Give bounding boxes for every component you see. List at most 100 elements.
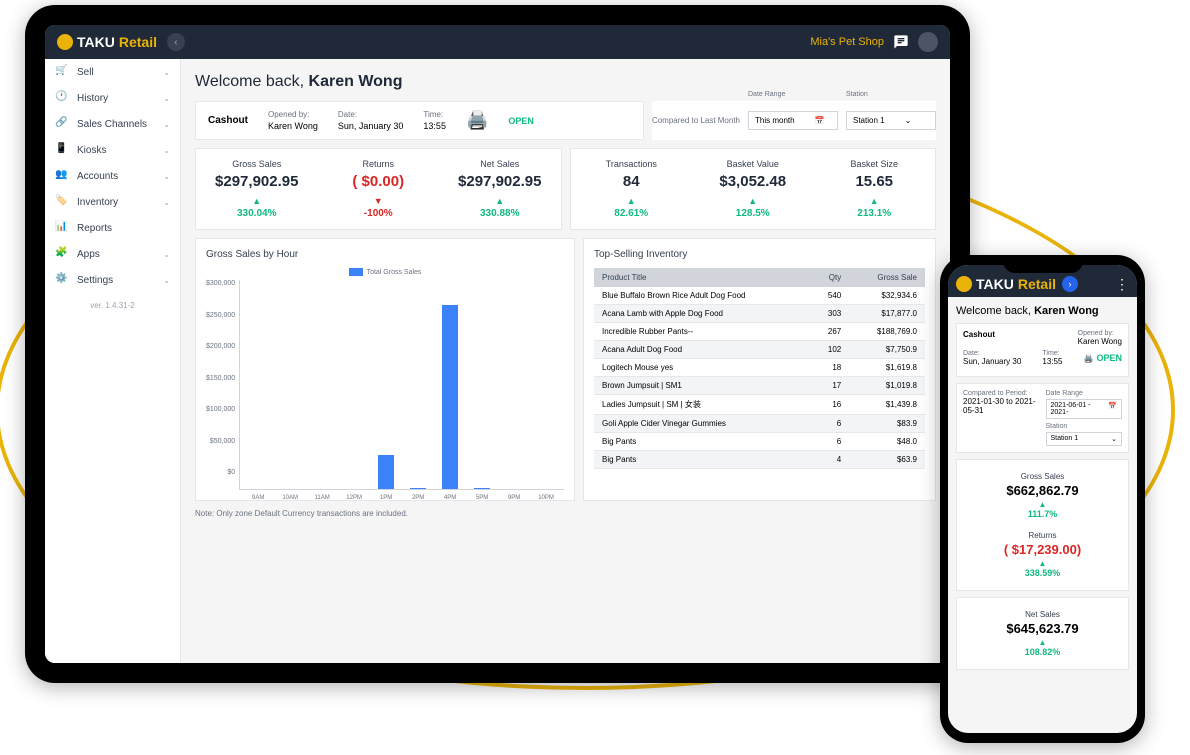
sidebar-item-label: Settings	[77, 275, 163, 286]
table-panel: Top-Selling Inventory Product TitleQtyGr…	[583, 238, 936, 501]
opened-by-value: Karen Wong	[268, 121, 318, 131]
brand-logo[interactable]: TAKURetail	[57, 34, 157, 50]
brand-text-2: Retail	[1018, 276, 1056, 292]
sidebar-item-sales-channels[interactable]: 🔗Sales Channels⌄	[45, 111, 180, 137]
phone-filter-card: Compared to Period: 2021-01-30 to 2021-0…	[956, 383, 1129, 453]
column-header[interactable]: Gross Sale	[849, 268, 925, 287]
y-axis: $300,000$250,000$200,000$150,000$100,000…	[206, 280, 239, 476]
phone-date-range-select[interactable]: 2021-06-01 - 2021-📅	[1046, 399, 1123, 419]
avatar[interactable]	[918, 32, 938, 52]
calendar-icon: 📅	[1108, 402, 1117, 416]
inventory-table: Product TitleQtyGross Sale Blue Buffalo …	[594, 268, 925, 469]
bar-5PM: 5PM	[468, 488, 496, 489]
table-row[interactable]: Ladies Jumpsuit | SM | 女装16$1,439.8	[594, 395, 925, 415]
table-row[interactable]: Big Pants6$48.0	[594, 433, 925, 451]
phone-stat: Net Sales$645,623.79▲108.82%	[963, 604, 1122, 663]
filter-card: Compared to Last Month Date Range This m…	[652, 101, 936, 140]
time-value: 13:55	[423, 121, 446, 131]
sidebar-item-reports[interactable]: 📊Reports	[45, 215, 180, 241]
chevron-down-icon: ⌄	[163, 68, 170, 77]
phone-cashout-title: Cashout	[963, 330, 995, 346]
sidebar: 🛒Sell⌄🕐History⌄🔗Sales Channels⌄📱Kiosks⌄ 👥…	[45, 59, 181, 663]
phone-notch	[1003, 255, 1083, 273]
cashout-title: Cashout	[208, 115, 248, 126]
time-label: Time:	[423, 110, 446, 119]
phone-station-select[interactable]: Station 1⌄	[1046, 432, 1123, 446]
sidebar-item-label: Apps	[77, 249, 163, 260]
forward-button[interactable]: ›	[1062, 276, 1078, 292]
station-select[interactable]: Station 1⌄	[846, 111, 936, 130]
sidebar-item-history[interactable]: 🕐History⌄	[45, 85, 180, 111]
menu-icon[interactable]: ⋮	[1115, 276, 1129, 293]
sidebar-item-inventory[interactable]: 🏷️ Inventory⌄	[45, 189, 180, 215]
stat-transactions: Transactions84▲82.61%	[571, 149, 693, 229]
date-value: Sun, January 30	[338, 121, 404, 131]
phone-brand-logo[interactable]: TAKURetail	[956, 276, 1056, 292]
brand-text-2: Retail	[119, 34, 157, 50]
sidebar-item-kiosks[interactable]: 📱Kiosks⌄	[45, 137, 180, 163]
sidebar-item-apps[interactable]: 🧩Apps⌄	[45, 241, 180, 267]
back-button[interactable]: ‹	[167, 33, 185, 51]
channels-icon: 🔗	[55, 117, 69, 131]
bars-container: 9AM10AM11AM12PM1PM2PM4PM5PM9PM10PM	[239, 280, 564, 490]
footer-note: Note: Only zone Default Currency transac…	[195, 509, 936, 518]
logo-icon	[956, 276, 972, 292]
bar-4PM: 4PM	[436, 305, 464, 489]
phone-cashout-card: Cashout Opened by:Karen Wong Date:Sun, J…	[956, 323, 1129, 377]
column-header[interactable]: Product Title	[594, 268, 810, 287]
column-header[interactable]: Qty	[810, 268, 850, 287]
phone-stats-card: Gross Sales$662,862.79▲111.7%Returns( $1…	[956, 459, 1129, 591]
date-range-label: Date Range	[748, 91, 785, 98]
sidebar-item-sell[interactable]: 🛒Sell⌄	[45, 59, 180, 85]
accounts-icon: 👥	[55, 169, 69, 183]
sidebar-item-settings[interactable]: ⚙️Settings⌄	[45, 267, 180, 293]
bar-1PM: 1PM	[372, 455, 400, 489]
content-area: Welcome back, Karen Wong Cashout Opened …	[181, 59, 950, 663]
table-row[interactable]: Incredible Rubber Pants--267$188,769.0	[594, 323, 925, 341]
date-range-select[interactable]: This month📅	[748, 111, 838, 130]
shop-name[interactable]: Mia's Pet Shop	[810, 36, 884, 48]
table-row[interactable]: Acana Adult Dog Food102$7,750.9	[594, 341, 925, 359]
version-text: ver. 1.4.31-2	[45, 293, 180, 318]
cart-icon: 🛒	[55, 65, 69, 79]
chevron-down-icon: ⌄	[163, 146, 170, 155]
status-badge: OPEN	[508, 116, 534, 126]
stat-returns: Returns( $0.00)▼-100%	[318, 149, 440, 229]
sidebar-item-label: Kiosks	[77, 145, 163, 156]
chart-panel: Gross Sales by Hour Total Gross Sales $3…	[195, 238, 575, 501]
cashout-card: Cashout Opened by: Karen Wong Date: Sun, J…	[195, 101, 644, 140]
table-row[interactable]: Goli Apple Cider Vinegar Gummies6$83.9	[594, 415, 925, 433]
phone-stats-card-2: Net Sales$645,623.79▲108.82%	[956, 597, 1129, 670]
chevron-down-icon: ⌄	[163, 198, 170, 207]
legend-swatch	[349, 268, 363, 276]
sidebar-item-accounts[interactable]: 👥Accounts⌄	[45, 163, 180, 189]
stats-transactions-group: Transactions84▲82.61%Basket Value$3,052.…	[570, 148, 937, 230]
date-label: Date:	[338, 110, 404, 119]
table-row[interactable]: Acana Lamb with Apple Dog Food303$17,877…	[594, 305, 925, 323]
stat-basket-size: Basket Size15.65▲213.1%	[814, 149, 936, 229]
sidebar-item-label: Accounts	[77, 171, 163, 182]
chat-icon[interactable]	[892, 33, 910, 51]
phone-device: TAKURetail › ⋮ Welcome back, Karen Wong …	[940, 255, 1145, 743]
welcome-prefix: Welcome back,	[195, 73, 309, 90]
stat-gross-sales: Gross Sales$297,902.95▲330.04%	[196, 149, 318, 229]
legend-label: Total Gross Sales	[367, 269, 422, 276]
welcome-name: Karen Wong	[309, 73, 403, 90]
table-row[interactable]: Big Pants4$63.9	[594, 451, 925, 469]
phone-status-badge: OPEN	[1096, 353, 1122, 363]
phone-stat: Returns( $17,239.00)▲338.59%	[963, 525, 1122, 584]
phone-welcome: Welcome back, Karen Wong	[956, 305, 1129, 317]
station-label: Station	[846, 91, 868, 98]
sidebar-item-label: Inventory	[77, 197, 163, 208]
calendar-icon: 📅	[815, 116, 825, 125]
chevron-down-icon: ⌄	[163, 120, 170, 129]
chevron-down-icon: ⌄	[1111, 435, 1117, 443]
tag-icon: 🏷️	[55, 195, 69, 209]
table-row[interactable]: Logitech Mouse yes18$1,619.8	[594, 359, 925, 377]
table-row[interactable]: Brown Jumpsuit | SM117$1,019.8	[594, 377, 925, 395]
welcome-heading: Welcome back, Karen Wong	[195, 73, 936, 91]
sidebar-item-label: History	[77, 93, 163, 104]
table-row[interactable]: Blue Buffalo Brown Rice Adult Dog Food54…	[594, 287, 925, 305]
tablet-device: TAKURetail ‹ Mia's Pet Shop 🛒Sell⌄🕐Histo…	[25, 5, 970, 683]
opened-by-label: Opened by:	[268, 110, 318, 119]
